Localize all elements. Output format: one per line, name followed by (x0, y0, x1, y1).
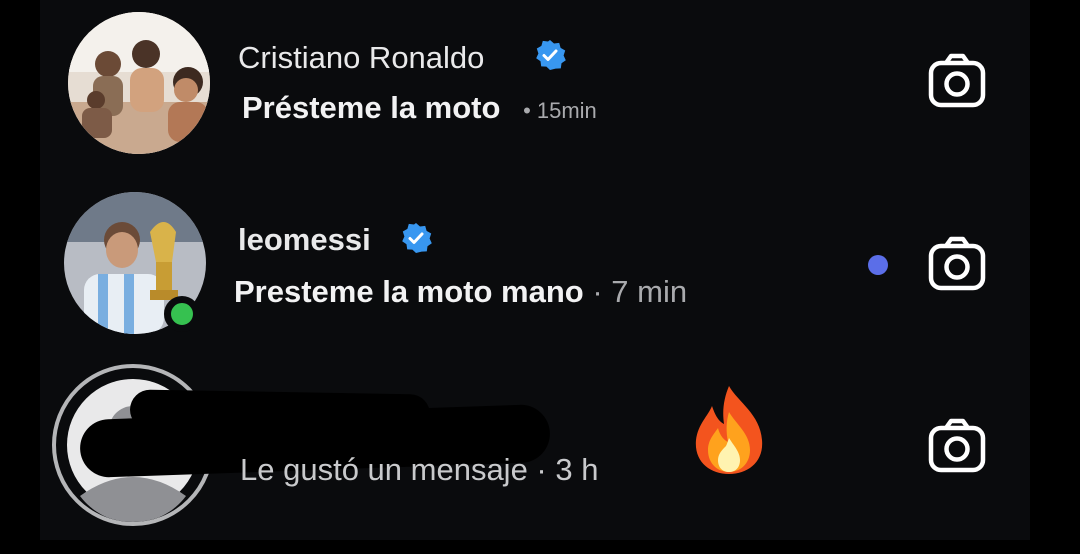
camera-icon[interactable] (928, 236, 986, 292)
redaction-scribble (129, 389, 431, 435)
direct-messages-screen: Cristiano Ronaldo Présteme la moto • 15m… (40, 0, 1030, 540)
conversation-row[interactable]: Le gustó un mensaje · 3 h (40, 352, 1030, 540)
username: Cristiano Ronaldo (238, 40, 485, 75)
verified-badge-icon (536, 40, 566, 70)
message-preview: Présteme la moto • 15min (242, 90, 597, 125)
username: leomessi (238, 222, 371, 257)
fire-emoji-icon (695, 386, 763, 474)
conversation-row[interactable]: Cristiano Ronaldo Présteme la moto • 15m… (40, 0, 1030, 170)
camera-icon[interactable] (928, 53, 986, 109)
verified-badge-icon (402, 223, 432, 253)
online-status-indicator (164, 296, 200, 332)
message-time: • 15min (523, 98, 597, 123)
family-photo-avatar[interactable] (68, 12, 210, 154)
message-time: · 7 min (583, 274, 688, 309)
message-preview: Le gustó un mensaje · 3 h (240, 452, 599, 487)
camera-icon[interactable] (928, 418, 986, 474)
unread-indicator (868, 255, 888, 275)
message-preview: Presteme la moto mano · 7 min (234, 274, 688, 309)
conversation-row[interactable]: leomessi Presteme la moto mano · 7 min (40, 176, 1030, 346)
